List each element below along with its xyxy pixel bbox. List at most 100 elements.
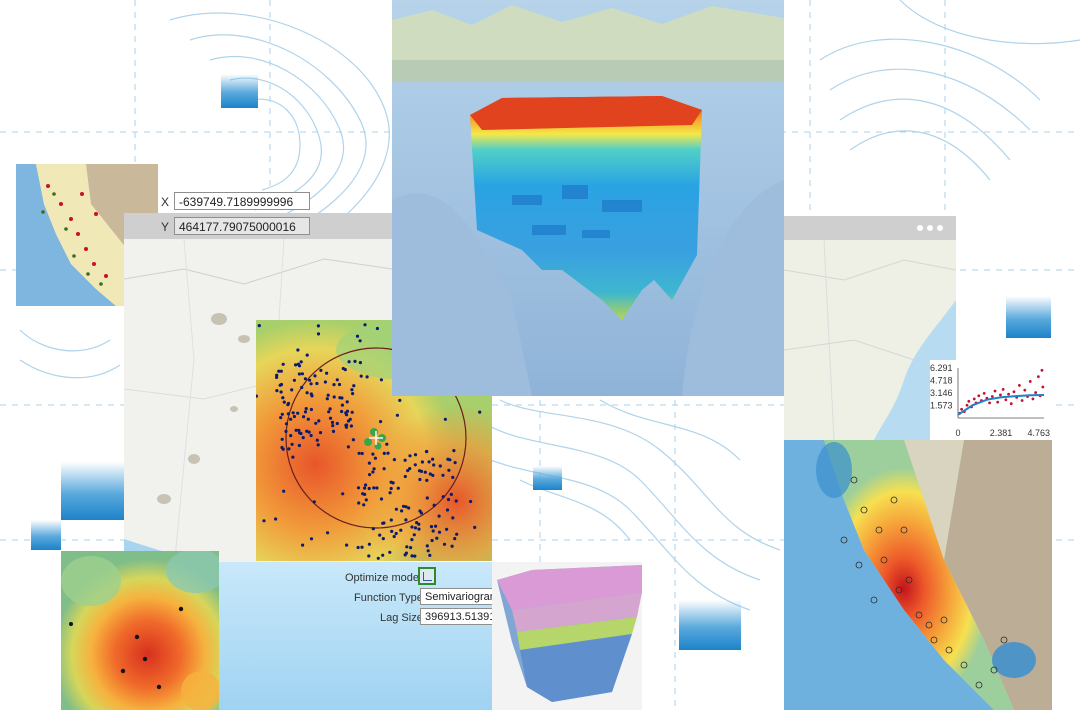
scatter-point <box>967 399 971 403</box>
sample-point <box>341 366 345 371</box>
california-kriging-map[interactable] <box>784 440 1052 710</box>
sample-point <box>357 501 361 505</box>
window-menu-dot[interactable] <box>917 225 923 231</box>
sample-point <box>310 394 314 398</box>
chart-icon <box>423 572 432 581</box>
sample-point <box>284 422 289 426</box>
sample-point <box>286 403 290 407</box>
sample-point <box>341 492 345 496</box>
sample-point <box>389 486 393 491</box>
sample-point <box>312 500 316 504</box>
scatter-point <box>988 401 991 405</box>
scatter-chart[interactable]: 6.291 4.718 3.146 1.573 0 2.381 4.763 <box>930 360 1052 440</box>
sample-point <box>412 533 416 537</box>
sample-point <box>473 525 477 529</box>
sample-point <box>388 491 392 495</box>
scatter-point <box>1028 380 1032 383</box>
sample-point <box>373 456 377 460</box>
optimize-model-button[interactable] <box>418 567 436 585</box>
sample-point <box>340 403 344 407</box>
sample-point <box>327 410 331 414</box>
sample-point <box>309 433 313 438</box>
sample-point <box>382 451 386 455</box>
sample-point <box>350 410 354 414</box>
sample-point <box>398 398 402 402</box>
scatter-point <box>1009 402 1013 406</box>
hotspot-raster-map[interactable] <box>61 551 219 710</box>
sample-point <box>309 407 313 412</box>
sample-point <box>363 323 367 327</box>
sample-point <box>356 545 360 550</box>
3d-voxel-layers[interactable] <box>492 562 642 710</box>
sample-point <box>364 483 368 487</box>
sample-point <box>332 383 336 387</box>
sample-point <box>316 332 321 336</box>
window-menu-dot[interactable] <box>927 225 933 231</box>
x-coordinate-field[interactable]: -639749.7189999996 <box>174 192 310 210</box>
x-coordinate-label: X <box>161 195 170 209</box>
sample-point <box>392 458 396 462</box>
sample-point <box>451 475 455 479</box>
sample-point <box>453 461 457 465</box>
sample-point <box>316 324 320 328</box>
scatter-point <box>1036 375 1040 379</box>
sample-point <box>429 525 434 529</box>
sample-point <box>379 497 384 501</box>
sample-point <box>290 442 294 446</box>
sample-point <box>351 392 355 396</box>
sample-point <box>289 434 293 438</box>
sample-point <box>286 412 290 416</box>
sample-point <box>469 499 473 504</box>
window-menu-dot[interactable] <box>937 225 943 231</box>
sample-point <box>417 527 421 531</box>
y-tick-label: 3.146 <box>930 388 953 398</box>
sample-point <box>424 450 429 454</box>
sample-point <box>413 526 418 530</box>
sample-point <box>427 460 431 464</box>
sample-point <box>419 511 423 515</box>
sample-point <box>332 395 336 399</box>
sample-point <box>478 410 482 414</box>
scatter-point <box>982 391 986 395</box>
sample-point <box>335 378 339 382</box>
sample-point <box>447 468 451 472</box>
scatter-point <box>960 407 964 411</box>
sample-point <box>418 477 422 482</box>
function-type-label: Function Type <box>354 592 423 604</box>
sample-point <box>395 413 399 417</box>
y-coordinate-field[interactable]: 464177.79075000016 <box>174 217 310 235</box>
sample-point <box>298 431 302 435</box>
sample-point <box>368 473 372 477</box>
sample-point <box>326 393 330 397</box>
sample-point <box>381 553 385 557</box>
sample-point <box>348 417 352 421</box>
sample-point <box>425 496 429 500</box>
sample-point <box>289 417 293 421</box>
sample-point <box>413 453 418 457</box>
sample-point <box>410 538 414 542</box>
sample-point <box>443 417 447 421</box>
scatter-point <box>1031 397 1035 401</box>
scatter-point <box>1004 398 1008 402</box>
sample-point <box>300 385 304 390</box>
sample-point <box>305 353 309 357</box>
sample-point <box>277 369 281 373</box>
sample-point <box>367 461 371 465</box>
sample-point <box>282 489 286 493</box>
sample-point <box>389 480 393 484</box>
sample-point <box>337 382 342 387</box>
sample-point <box>323 380 327 384</box>
sample-point <box>382 467 386 471</box>
sample-point <box>275 375 279 379</box>
3d-subsurface-volume[interactable] <box>392 0 784 396</box>
gradient-block <box>31 520 61 550</box>
sample-point <box>392 534 396 539</box>
scatter-point <box>1017 384 1021 387</box>
sample-point <box>340 409 344 414</box>
sample-point <box>381 537 385 541</box>
sample-point <box>330 420 335 424</box>
sample-point <box>394 531 398 536</box>
scatter-point <box>972 397 976 401</box>
sample-point <box>299 360 303 364</box>
sample-point <box>304 407 308 411</box>
